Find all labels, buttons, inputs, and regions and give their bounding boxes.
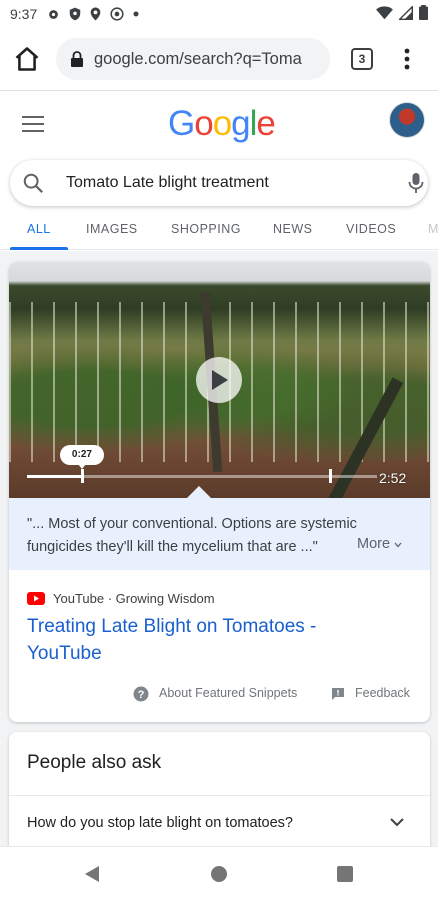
google-header: Google <box>0 92 438 156</box>
tab-videos[interactable]: VIDEOS <box>346 222 396 236</box>
back-icon[interactable] <box>84 865 100 883</box>
snippet-footer: ? About Featured Snippets Feedback <box>9 682 430 706</box>
status-bar: 9:37 <box>0 0 438 28</box>
home-icon[interactable] <box>13 45 41 73</box>
about-featured-snippets-link[interactable]: About Featured Snippets <box>159 686 297 700</box>
play-icon <box>212 370 228 390</box>
logo-letter: o <box>194 104 213 143</box>
dot-icon <box>133 11 139 17</box>
search-input[interactable]: Tomato Late blight treatment <box>66 174 269 192</box>
snippet-text: "... Most of your conventional. Options … <box>9 498 430 570</box>
logo-letter: G <box>168 104 195 143</box>
result-title-line: Treating Late Blight on Tomatoes - <box>27 616 317 637</box>
wifi-icon <box>376 5 393 19</box>
home-nav-icon[interactable] <box>211 866 227 882</box>
logo-letter: g <box>231 104 250 143</box>
microphone-icon[interactable] <box>408 172 424 194</box>
more-vert-icon[interactable] <box>397 46 417 72</box>
logo-letter: o <box>212 104 232 143</box>
search-icon[interactable] <box>22 172 44 194</box>
people-also-ask-card: People also ask How do you stop late bli… <box>9 732 430 862</box>
video-thumbnail[interactable]: 0:27 2:52 <box>9 262 430 498</box>
tab-news[interactable]: NEWS <box>273 222 313 236</box>
video-duration: 2:52 <box>379 470 407 486</box>
battery-icon <box>419 5 428 20</box>
result-title-link[interactable]: Treating Late Blight on Tomatoes - YouTu… <box>27 613 407 667</box>
avatar[interactable] <box>389 102 425 138</box>
accessibility-icon <box>110 7 124 21</box>
tab-all[interactable]: ALL <box>27 222 51 236</box>
divider <box>9 795 430 796</box>
video-progress-handle[interactable] <box>80 469 84 483</box>
snippet-caret <box>187 486 211 498</box>
location-icon <box>90 7 101 21</box>
source-label: YouTube · Growing Wisdom <box>53 591 215 606</box>
chevron-down-icon[interactable] <box>389 816 405 828</box>
snippet-line: fungicides they'll kill the mycelium tha… <box>27 539 318 555</box>
url-bar[interactable]: google.com/search?q=Toma <box>56 38 330 80</box>
recents-icon[interactable] <box>337 866 353 882</box>
hamburger-menu-icon[interactable] <box>22 115 44 133</box>
result-title-line: YouTube <box>27 643 102 664</box>
logo-letter: e <box>256 104 275 143</box>
result-source[interactable]: YouTube · Growing Wisdom <box>27 591 215 606</box>
feedback-link[interactable]: Feedback <box>355 686 410 700</box>
active-tab-indicator <box>10 247 68 250</box>
tab-more[interactable]: M <box>428 222 438 236</box>
search-tabs: ALL IMAGES SHOPPING NEWS VIDEOS M <box>0 212 438 250</box>
browser-toolbar: google.com/search?q=Toma 3 <box>0 28 438 90</box>
tab-images[interactable]: IMAGES <box>86 222 138 236</box>
video-progress-fill <box>27 475 82 478</box>
youtube-icon <box>27 592 45 605</box>
tab-switcher-button[interactable]: 3 <box>351 48 373 70</box>
lock-icon <box>71 51 83 67</box>
more-label: More <box>357 536 391 552</box>
status-time: 9:37 <box>10 6 38 22</box>
featured-snippet-card: 0:27 2:52 "... Most of your conventional… <box>9 262 430 722</box>
gear-icon <box>49 9 59 19</box>
shield-icon <box>70 7 81 21</box>
more-button[interactable]: More <box>357 536 402 552</box>
system-nav-bar <box>0 846 438 900</box>
url-text: google.com/search?q=Toma <box>94 49 302 68</box>
toolbar-divider <box>0 90 438 91</box>
chevron-down-icon <box>394 542 402 548</box>
search-box[interactable]: Tomato Late blight treatment <box>10 160 428 206</box>
current-time-badge: 0:27 <box>59 445 104 469</box>
play-button[interactable] <box>196 357 242 403</box>
people-also-ask-title: People also ask <box>27 752 162 773</box>
clip-end-marker <box>328 469 332 483</box>
tab-shopping[interactable]: SHOPPING <box>171 222 241 236</box>
svg-text:?: ? <box>138 689 145 701</box>
google-logo[interactable]: Google <box>168 104 276 144</box>
signal-icon <box>399 5 413 20</box>
question-item[interactable]: How do you stop late blight on tomatoes? <box>27 815 293 831</box>
feedback-icon[interactable] <box>331 687 345 701</box>
help-icon[interactable]: ? <box>133 686 149 702</box>
snippet-line: "... Most of your conventional. Options … <box>27 516 357 532</box>
